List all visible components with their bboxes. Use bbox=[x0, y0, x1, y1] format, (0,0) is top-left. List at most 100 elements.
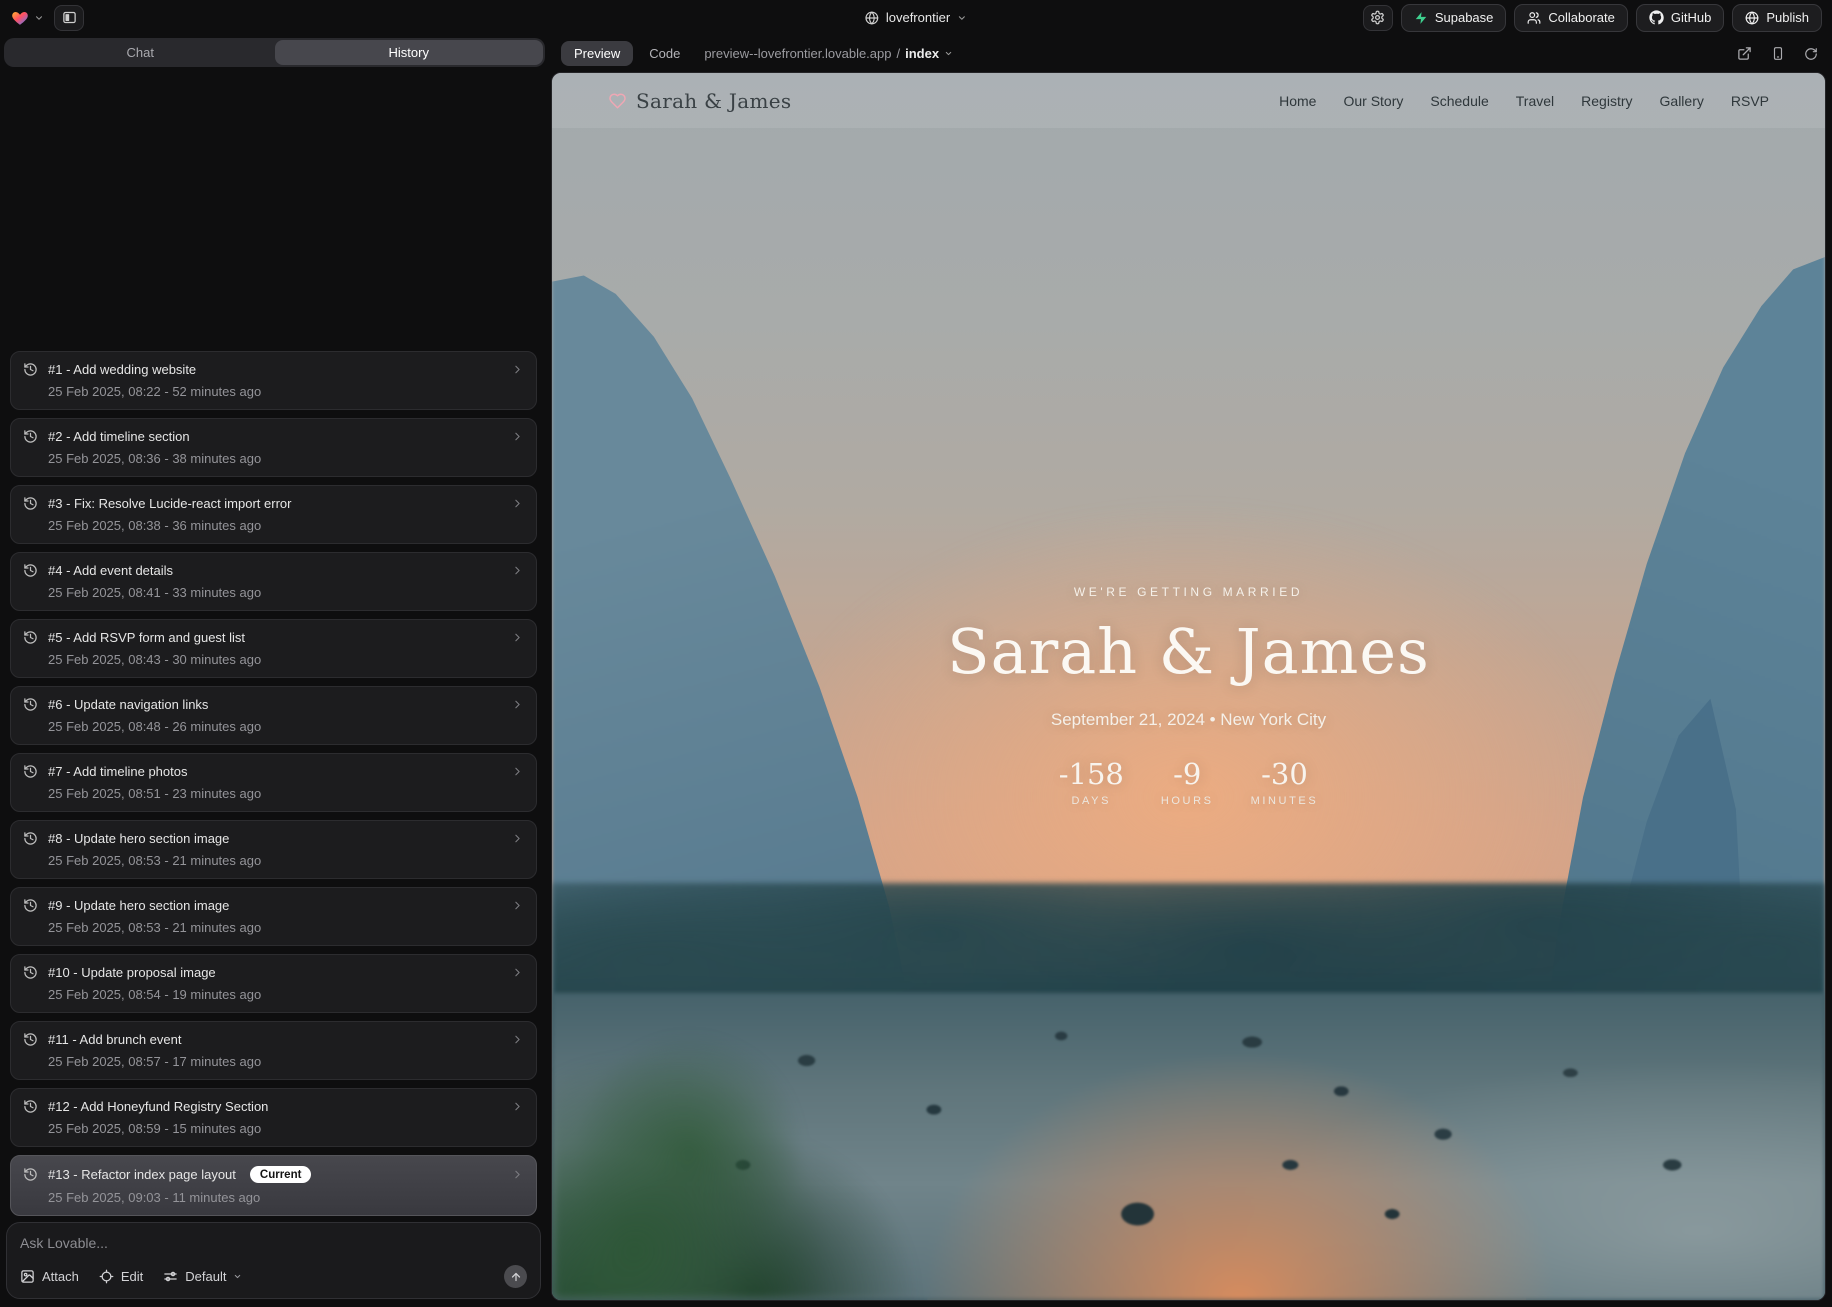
site-nav-link[interactable]: Registry bbox=[1581, 93, 1632, 109]
history-list-item[interactable]: #1 - Add wedding website 25 Feb 2025, 08… bbox=[10, 351, 537, 410]
attach-button[interactable]: Attach bbox=[20, 1269, 79, 1284]
history-list-item[interactable]: #13 - Refactor index page layout Current… bbox=[10, 1155, 537, 1216]
history-list-item[interactable]: #4 - Add event details 25 Feb 2025, 08:4… bbox=[10, 552, 537, 611]
mode-label: Default bbox=[185, 1269, 226, 1284]
supabase-button[interactable]: Supabase bbox=[1401, 4, 1507, 32]
chevron-right-icon bbox=[511, 1033, 524, 1046]
arrow-up-icon bbox=[510, 1271, 522, 1283]
chevron-right-icon bbox=[511, 765, 524, 778]
history-item-title: #12 - Add Honeyfund Registry Section bbox=[48, 1099, 268, 1114]
hero-date-location: September 21, 2024 • New York City bbox=[552, 710, 1825, 730]
countdown-item: -158 DAYS bbox=[1059, 757, 1124, 807]
project-name: lovefrontier bbox=[886, 10, 950, 25]
supabase-label: Supabase bbox=[1435, 10, 1494, 25]
history-list-item[interactable]: #7 - Add timeline photos 25 Feb 2025, 08… bbox=[10, 753, 537, 812]
history-clock-icon bbox=[23, 630, 38, 645]
publish-button[interactable]: Publish bbox=[1732, 4, 1822, 32]
chevron-right-icon bbox=[511, 832, 524, 845]
site-nav-link[interactable]: Gallery bbox=[1660, 93, 1704, 109]
history-item-title: #13 - Refactor index page layout bbox=[48, 1167, 236, 1182]
history-list-item[interactable]: #2 - Add timeline section 25 Feb 2025, 0… bbox=[10, 418, 537, 477]
history-item-title: #8 - Update hero section image bbox=[48, 831, 229, 846]
history-item-title: #6 - Update navigation links bbox=[48, 697, 208, 712]
countdown: -158 DAYS -9 HOURS -30 MINUTES bbox=[552, 757, 1825, 807]
hero-foreground-grass bbox=[552, 969, 1010, 1300]
site-preview-frame: Sarah & James Home Our Story Schedule Tr… bbox=[551, 72, 1826, 1301]
mode-select-button[interactable]: Default bbox=[163, 1269, 242, 1284]
current-badge: Current bbox=[250, 1166, 312, 1183]
project-switcher[interactable]: lovefrontier bbox=[865, 0, 967, 35]
site-nav-link[interactable]: Travel bbox=[1516, 93, 1554, 109]
site-nav-link[interactable]: Schedule bbox=[1430, 93, 1488, 109]
chevron-right-icon bbox=[511, 564, 524, 577]
heart-icon bbox=[608, 92, 627, 110]
panel-left-icon bbox=[62, 10, 77, 25]
countdown-label: HOURS bbox=[1161, 795, 1214, 807]
settings-button[interactable] bbox=[1363, 5, 1393, 31]
history-list-item[interactable]: #5 - Add RSVP form and guest list 25 Feb… bbox=[10, 619, 537, 678]
url-page: index bbox=[905, 46, 939, 61]
history-item-title: #3 - Fix: Resolve Lucide-react import er… bbox=[48, 496, 291, 511]
edit-label: Edit bbox=[121, 1269, 143, 1284]
countdown-label: MINUTES bbox=[1251, 795, 1319, 807]
history-item-timestamp: 25 Feb 2025, 08:36 - 38 minutes ago bbox=[48, 451, 524, 466]
history-clock-icon bbox=[23, 697, 38, 712]
chevron-right-icon bbox=[511, 497, 524, 510]
history-item-timestamp: 25 Feb 2025, 09:03 - 11 minutes ago bbox=[48, 1190, 524, 1205]
chevron-down-icon bbox=[944, 49, 953, 58]
history-clock-icon bbox=[23, 898, 38, 913]
history-item-timestamp: 25 Feb 2025, 08:51 - 23 minutes ago bbox=[48, 786, 524, 801]
send-button[interactable] bbox=[504, 1265, 527, 1288]
gear-icon bbox=[1370, 10, 1385, 25]
history-list-item[interactable]: #11 - Add brunch event 25 Feb 2025, 08:5… bbox=[10, 1021, 537, 1080]
image-attach-icon bbox=[20, 1269, 35, 1284]
history-item-title: #1 - Add wedding website bbox=[48, 362, 196, 377]
history-list-item[interactable]: #6 - Update navigation links 25 Feb 2025… bbox=[10, 686, 537, 745]
site-brand[interactable]: Sarah & James bbox=[608, 89, 791, 113]
history-item-timestamp: 25 Feb 2025, 08:59 - 15 minutes ago bbox=[48, 1121, 524, 1136]
github-button[interactable]: GitHub bbox=[1636, 4, 1724, 32]
site-nav: Home Our Story Schedule Travel Registry … bbox=[1279, 93, 1769, 109]
collaborate-button[interactable]: Collaborate bbox=[1514, 4, 1628, 32]
prompt-composer: Attach Edit Default bbox=[6, 1222, 541, 1299]
open-in-new-tab-button[interactable] bbox=[1737, 46, 1752, 61]
github-icon bbox=[1649, 10, 1664, 25]
history-clock-icon bbox=[23, 764, 38, 779]
preview-toolbar: Preview Code preview--lovefrontier.lovab… bbox=[549, 35, 1832, 72]
tab-code[interactable]: Code bbox=[649, 46, 680, 61]
site-nav-link[interactable]: Our Story bbox=[1343, 93, 1403, 109]
history-list-item[interactable]: #3 - Fix: Resolve Lucide-react import er… bbox=[10, 485, 537, 544]
site-header: Sarah & James Home Our Story Schedule Tr… bbox=[552, 73, 1825, 128]
collaborate-label: Collaborate bbox=[1548, 10, 1615, 25]
publish-label: Publish bbox=[1766, 10, 1809, 25]
history-item-timestamp: 25 Feb 2025, 08:41 - 33 minutes ago bbox=[48, 585, 524, 600]
supabase-bolt-icon bbox=[1414, 11, 1428, 25]
history-list-item[interactable]: #8 - Update hero section image 25 Feb 20… bbox=[10, 820, 537, 879]
site-nav-link[interactable]: RSVP bbox=[1731, 93, 1769, 109]
history-item-title: #9 - Update hero section image bbox=[48, 898, 229, 913]
history-list-item[interactable]: #10 - Update proposal image 25 Feb 2025,… bbox=[10, 954, 537, 1013]
preview-url[interactable]: preview--lovefrontier.lovable.app / inde… bbox=[704, 46, 953, 61]
history-list-item[interactable]: #12 - Add Honeyfund Registry Section 25 … bbox=[10, 1088, 537, 1147]
tab-preview[interactable]: Preview bbox=[561, 41, 633, 66]
hero-content: WE'RE GETTING MARRIED Sarah & James Sept… bbox=[552, 585, 1825, 807]
sidebar-toggle-button[interactable] bbox=[54, 5, 84, 31]
chat-history-tabs: Chat History bbox=[4, 38, 545, 67]
chevron-right-icon bbox=[511, 1100, 524, 1113]
refresh-button[interactable] bbox=[1804, 47, 1818, 61]
history-item-title: #5 - Add RSVP form and guest list bbox=[48, 630, 245, 645]
chevron-down-icon bbox=[34, 13, 44, 23]
history-list-item[interactable]: #9 - Update hero section image 25 Feb 20… bbox=[10, 887, 537, 946]
site-nav-link[interactable]: Home bbox=[1279, 93, 1316, 109]
tab-history[interactable]: History bbox=[275, 40, 544, 65]
countdown-item: -30 MINUTES bbox=[1251, 757, 1319, 807]
ask-lovable-input[interactable] bbox=[20, 1235, 527, 1251]
hero-title: Sarah & James bbox=[552, 615, 1825, 688]
edit-select-button[interactable]: Edit bbox=[99, 1269, 143, 1284]
tab-chat[interactable]: Chat bbox=[6, 40, 275, 65]
countdown-label: DAYS bbox=[1059, 795, 1124, 807]
lovable-logo-menu[interactable] bbox=[10, 9, 44, 27]
history-item-title: #10 - Update proposal image bbox=[48, 965, 216, 980]
history-item-title: #2 - Add timeline section bbox=[48, 429, 190, 444]
mobile-view-button[interactable] bbox=[1771, 46, 1785, 61]
